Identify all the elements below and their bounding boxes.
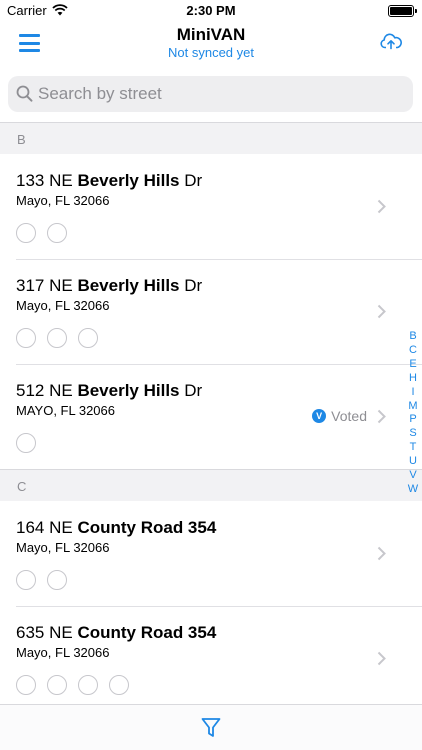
street-address: 164 NE County Road 354 <box>16 518 217 537</box>
street-address: 133 NE Beverly Hills Dr <box>16 171 203 190</box>
index-letter-c[interactable]: C <box>406 344 420 358</box>
chevron-right-icon <box>377 409 386 424</box>
index-letter-e[interactable]: E <box>406 358 420 372</box>
city-line: Mayo, FL 32066 <box>16 540 110 555</box>
index-letter-h[interactable]: H <box>406 372 420 386</box>
filter-icon[interactable] <box>201 717 221 739</box>
household-indicators <box>16 675 140 695</box>
search-icon <box>16 85 33 102</box>
section-header-c: C <box>0 469 422 501</box>
chevron-right-icon <box>377 651 386 666</box>
index-letter-m[interactable]: M <box>406 400 420 414</box>
person-circle <box>78 675 98 695</box>
index-letter-v[interactable]: V <box>406 469 420 483</box>
bottom-toolbar <box>0 704 422 750</box>
person-circle <box>16 570 36 590</box>
person-circle <box>16 433 36 453</box>
section-letter: C <box>17 479 27 494</box>
index-letter-w[interactable]: W <box>406 483 420 497</box>
index-letter-p[interactable]: P <box>406 413 420 427</box>
person-circle <box>47 328 67 348</box>
household-indicators <box>16 570 78 590</box>
address-row[interactable]: 512 NE Beverly Hills Dr MAYO, FL 32066 V… <box>0 365 422 470</box>
person-circle <box>47 675 67 695</box>
street-address: 317 NE Beverly Hills Dr <box>16 276 203 295</box>
person-circle <box>47 570 67 590</box>
voted-status: V Voted <box>312 408 367 424</box>
voted-label: Voted <box>331 408 367 424</box>
city-line: Mayo, FL 32066 <box>16 645 110 660</box>
person-circle <box>16 675 36 695</box>
person-circle <box>109 675 129 695</box>
index-letter-b[interactable]: B <box>406 330 420 344</box>
cloud-upload-icon[interactable] <box>380 32 402 50</box>
section-index[interactable]: B C E H I M P S T U V W <box>406 330 420 497</box>
battery-icon <box>388 5 417 17</box>
index-letter-t[interactable]: T <box>406 441 420 455</box>
search-input[interactable] <box>38 76 398 112</box>
clock: 2:30 PM <box>186 3 236 18</box>
chevron-right-icon <box>377 304 386 319</box>
household-indicators <box>16 433 47 453</box>
index-letter-u[interactable]: U <box>406 455 420 469</box>
city-line: Mayo, FL 32066 <box>16 298 110 313</box>
address-row[interactable]: 635 NE County Road 354 Mayo, FL 32066 <box>0 607 422 712</box>
voted-badge-icon: V <box>312 409 327 423</box>
section-letter: B <box>17 132 26 147</box>
chevron-right-icon <box>377 546 386 561</box>
address-row[interactable]: 133 NE Beverly Hills Dr Mayo, FL 32066 <box>0 155 422 260</box>
index-letter-i[interactable]: I <box>406 386 420 400</box>
sync-status: Not synced yet <box>168 45 254 60</box>
search-bar[interactable] <box>8 76 413 112</box>
page-title: MiniVAN <box>176 25 246 44</box>
household-indicators <box>16 223 78 243</box>
section-header-b: B <box>0 122 422 154</box>
address-row[interactable]: 164 NE County Road 354 Mayo, FL 32066 <box>0 502 422 607</box>
nav-bar: MiniVAN Not synced yet <box>0 22 422 68</box>
street-address: 635 NE County Road 354 <box>16 623 217 642</box>
person-circle <box>16 328 36 348</box>
city-line: Mayo, FL 32066 <box>16 193 110 208</box>
status-bar: Carrier 2:30 PM <box>0 0 422 22</box>
city-line: MAYO, FL 32066 <box>16 403 115 418</box>
person-circle <box>47 223 67 243</box>
person-circle <box>78 328 98 348</box>
index-letter-s[interactable]: S <box>406 427 420 441</box>
person-circle <box>16 223 36 243</box>
address-row[interactable]: 317 NE Beverly Hills Dr Mayo, FL 32066 <box>0 260 422 365</box>
chevron-right-icon <box>377 199 386 214</box>
street-address: 512 NE Beverly Hills Dr <box>16 381 203 400</box>
household-indicators <box>16 328 109 348</box>
